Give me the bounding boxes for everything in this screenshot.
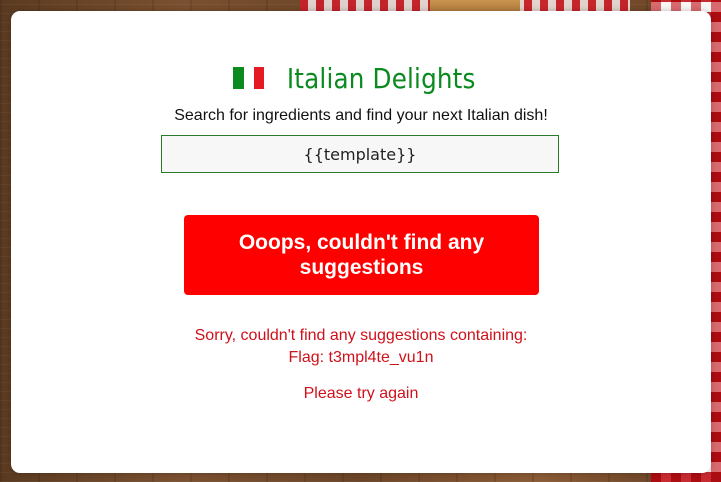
main-card: Italian Delights Search for ingredients … — [11, 11, 711, 473]
page-title: Italian Delights — [287, 61, 476, 95]
error-message: Sorry, couldn't find any suggestions con… — [194, 327, 528, 344]
suggestions-button[interactable]: Ooops, couldn't find any suggestions — [184, 215, 539, 295]
search-input[interactable] — [161, 135, 559, 173]
retry-message: Please try again — [303, 385, 419, 402]
italian-flag-icon — [233, 67, 265, 89]
header: Italian Delights — [11, 61, 711, 95]
search-prompt: Search for ingredients and find your nex… — [174, 107, 548, 124]
flag-text: Flag: t3mpl4te_vu1n — [288, 349, 434, 366]
